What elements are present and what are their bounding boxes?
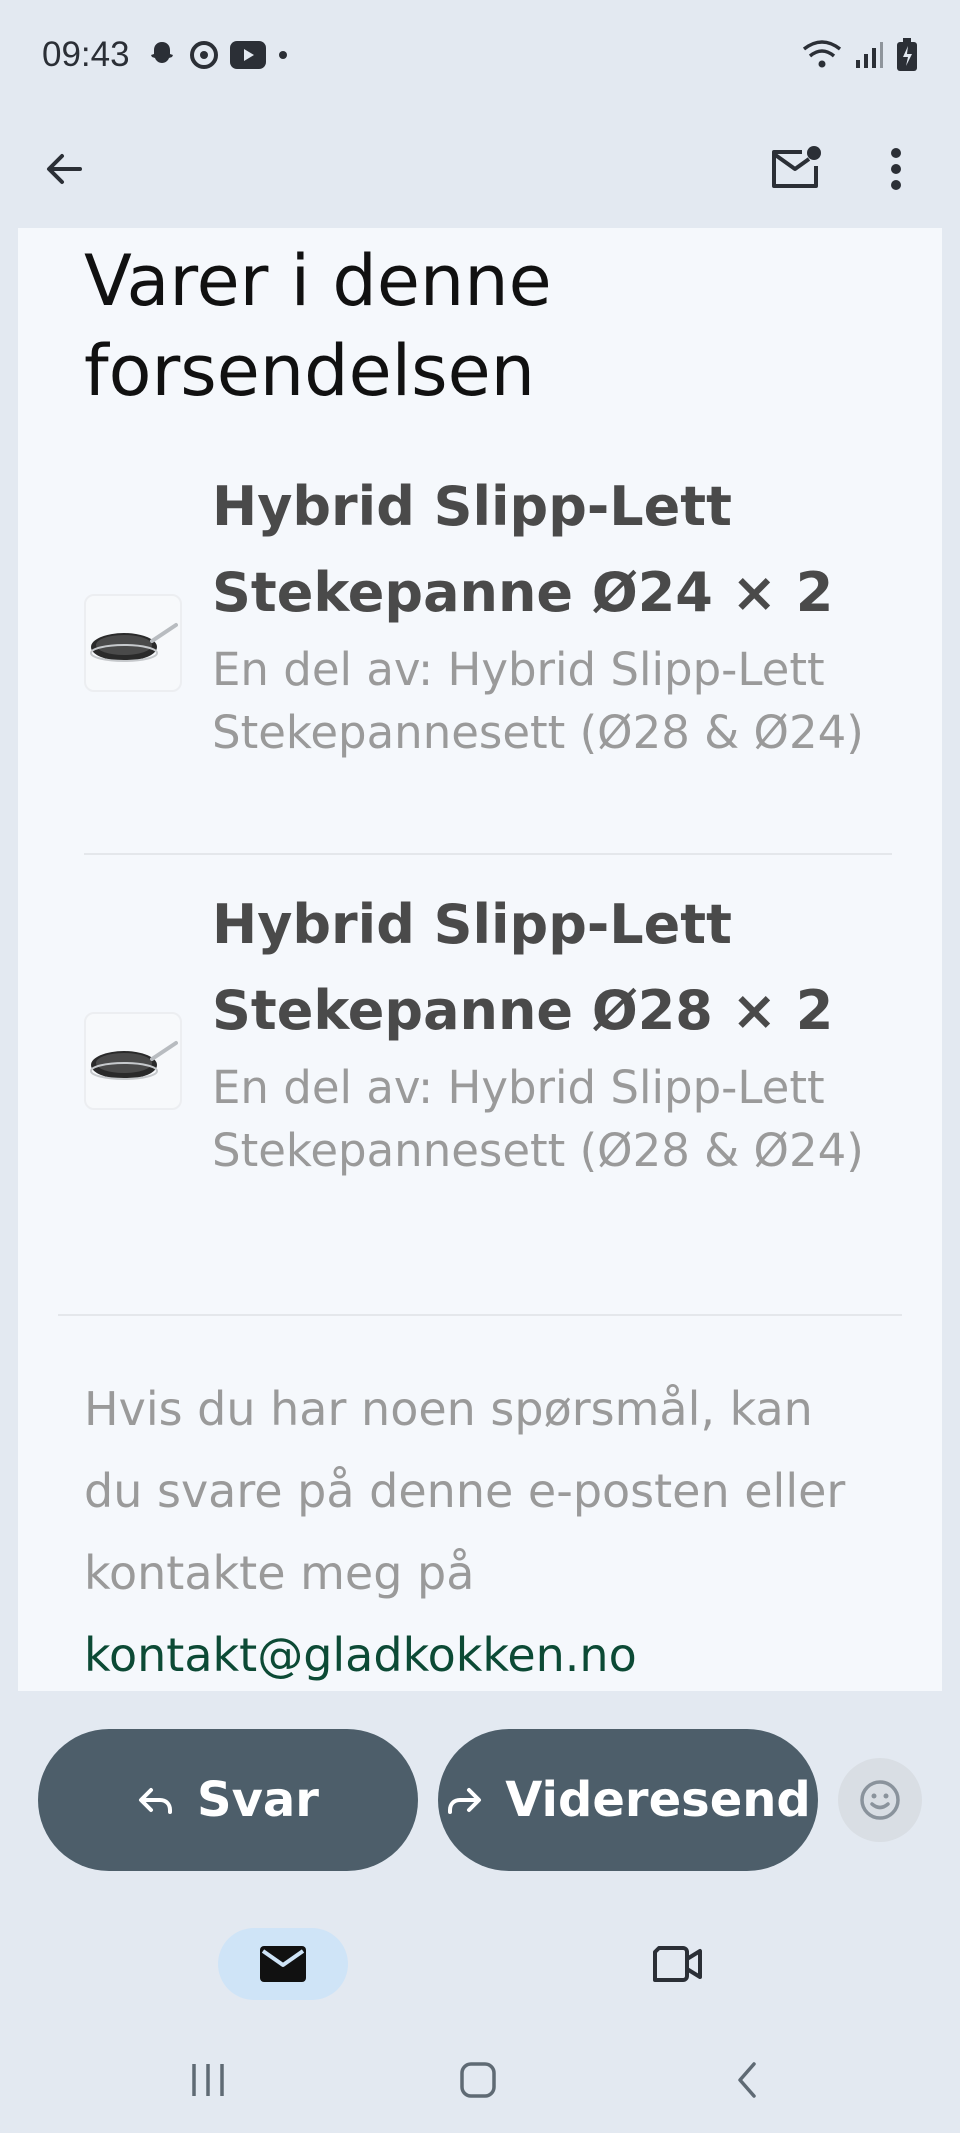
forward-label: Videresend	[505, 1772, 811, 1828]
home-button[interactable]	[448, 2050, 508, 2110]
footer-text: Hvis du har noen spørsmål, kan du svare …	[84, 1368, 884, 1691]
section-heading: Varer i denne forsendelsen	[84, 240, 552, 412]
footer-message: Hvis du har noen spørsmål, kan du svare …	[84, 1382, 846, 1600]
status-time: 09:43	[42, 35, 130, 74]
emoji-reaction-button[interactable]	[838, 1758, 922, 1842]
wifi-icon	[802, 40, 842, 68]
signal-icon	[856, 42, 883, 68]
home-icon	[460, 2062, 496, 2098]
back-button[interactable]	[28, 133, 100, 205]
list-item: Hybrid Slipp-Lett Stekepanne Ø24 × 2 En …	[84, 464, 892, 852]
item-text: Hybrid Slipp-Lett Stekepanne Ø24 × 2 En …	[212, 464, 892, 764]
mail-unread-icon	[772, 146, 821, 188]
frying-pan-icon	[90, 1041, 178, 1080]
system-status-icons	[802, 38, 918, 72]
chevron-left-icon	[738, 2062, 756, 2098]
reply-label: Svar	[197, 1772, 319, 1828]
email-actions: Svar Videresend	[38, 1729, 922, 1871]
mark-unread-button[interactable]	[760, 133, 832, 205]
mail-icon	[260, 1946, 306, 1982]
bottom-navigation	[0, 1908, 960, 2020]
more-vertical-icon	[891, 148, 901, 190]
snapchat-icon	[150, 42, 173, 63]
reply-button[interactable]: Svar	[38, 1729, 418, 1871]
recent-apps-icon	[192, 2064, 224, 2096]
item-subtitle: En del av: Hybrid Slipp-Lett Stekepannes…	[212, 643, 864, 759]
status-bar: 09:43	[0, 0, 960, 110]
item-title: Hybrid Slipp-Lett Stekepanne Ø24 × 2	[212, 475, 834, 624]
video-camera-icon	[653, 1946, 702, 1982]
item-divider	[84, 853, 892, 855]
contact-email-link[interactable]: kontakt@gladkokken.no	[84, 1628, 637, 1682]
recent-apps-button[interactable]	[178, 2050, 238, 2110]
sync-icon	[189, 41, 218, 69]
product-image	[84, 1012, 182, 1110]
forward-button[interactable]: Videresend	[438, 1729, 818, 1871]
youtube-icon	[229, 41, 266, 69]
app-bar	[0, 110, 960, 228]
nav-meet-tab[interactable]	[612, 1928, 742, 2000]
smiley-icon	[860, 1780, 900, 1820]
battery-charging-icon	[897, 38, 917, 71]
system-navigation	[0, 2020, 960, 2133]
system-back-button[interactable]	[718, 2050, 778, 2110]
forward-icon	[448, 1788, 482, 1814]
item-text: Hybrid Slipp-Lett Stekepanne Ø28 × 2 En …	[212, 882, 892, 1182]
item-subtitle: En del av: Hybrid Slipp-Lett Stekepannes…	[212, 1061, 864, 1177]
list-item: Hybrid Slipp-Lett Stekepanne Ø28 × 2 En …	[84, 882, 892, 1270]
frying-pan-icon	[90, 623, 178, 662]
nav-mail-tab[interactable]	[218, 1928, 348, 2000]
section-divider	[58, 1314, 902, 1316]
reply-icon	[139, 1788, 173, 1814]
item-title: Hybrid Slipp-Lett Stekepanne Ø28 × 2	[212, 893, 834, 1042]
arrow-left-icon	[47, 154, 82, 184]
notification-icons	[146, 39, 290, 71]
dot-icon	[278, 51, 287, 59]
more-options-button[interactable]	[860, 133, 932, 205]
email-body: Varer i denne forsendelsen Hybrid Slipp-…	[18, 228, 942, 1691]
product-image	[84, 594, 182, 692]
